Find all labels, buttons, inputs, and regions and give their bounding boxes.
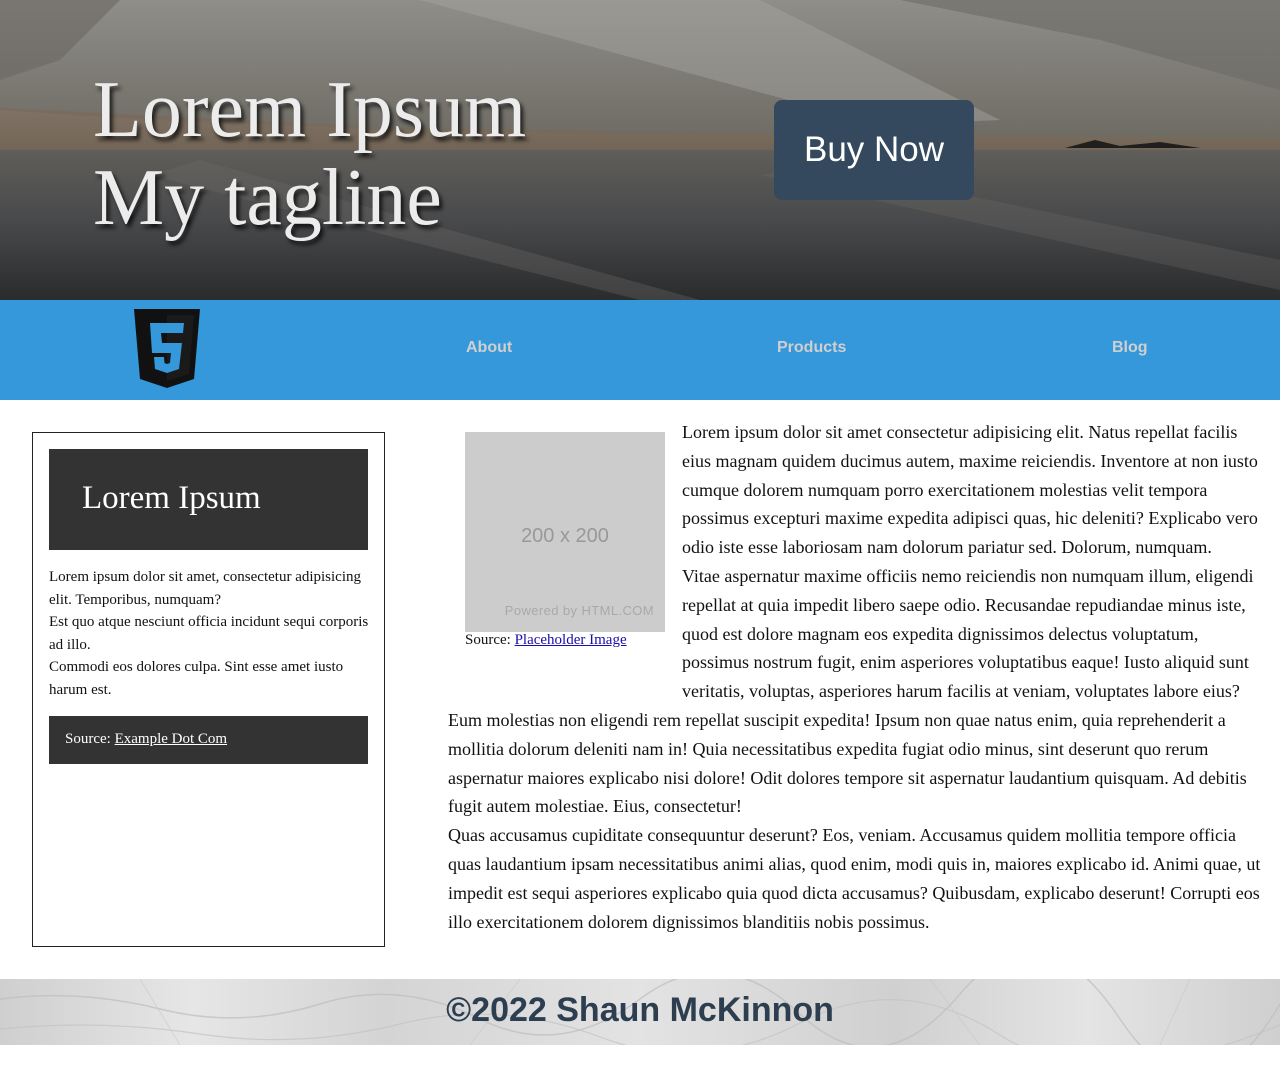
footer-copyright: ©2022 Shaun McKinnon <box>446 991 834 1029</box>
buy-now-button[interactable]: Buy Now <box>774 100 974 200</box>
hero-title: Lorem Ipsum My tagline <box>93 66 526 242</box>
article-paragraph: Eum molestias non eligendi rem repellat … <box>448 709 1247 817</box>
placeholder-dimensions: 200 x 200 <box>521 525 609 547</box>
article: 200 x 200 Powered by HTML.COM Source: Pl… <box>448 418 1264 936</box>
main-nav: About Products Blog <box>0 300 1280 400</box>
nav-link-products[interactable]: Products <box>777 339 846 357</box>
sidebar-paragraph: Lorem ipsum dolor sit amet, consectetur … <box>49 569 362 608</box>
sidebar-source-label: Source: <box>65 731 115 747</box>
html5-logo-icon[interactable] <box>132 309 202 389</box>
sidebar-card-body: Lorem ipsum dolor sit amet, consectetur … <box>49 566 371 701</box>
placeholder-image: 200 x 200 Powered by HTML.COM <box>465 432 665 632</box>
placeholder-credit: Powered by HTML.COM <box>504 603 654 619</box>
nav-link-blog[interactable]: Blog <box>1112 339 1148 357</box>
sidebar-card-header: Lorem Ipsum <box>49 449 368 550</box>
figure-caption-label: Source: <box>465 632 515 648</box>
figure-caption: Source: Placeholder Image <box>465 632 682 649</box>
figure-caption-link[interactable]: Placeholder Image <box>515 632 627 648</box>
footer: ©2022 Shaun McKinnon <box>0 979 1280 1045</box>
hero-tagline: My tagline <box>93 154 442 242</box>
article-paragraph: Quas accusamus cupiditate consequuntur d… <box>448 825 1261 932</box>
sidebar-paragraph: Est quo atque nesciunt officia incidunt … <box>49 614 369 653</box>
main-content: Lorem Ipsum Lorem ipsum dolor sit amet, … <box>0 400 1280 979</box>
sidebar-source-link[interactable]: Example Dot Com <box>115 731 228 747</box>
article-figure: 200 x 200 Powered by HTML.COM Source: Pl… <box>465 432 682 682</box>
hero-title-line-1: Lorem Ipsum <box>93 66 527 154</box>
sidebar-card: Lorem Ipsum Lorem ipsum dolor sit amet, … <box>32 432 385 947</box>
sidebar-paragraph: Commodi eos dolores culpa. Sint esse ame… <box>49 659 344 698</box>
nav-link-about[interactable]: About <box>466 339 512 357</box>
sidebar-source: Source: Example Dot Com <box>49 716 368 764</box>
sidebar-card-title: Lorem Ipsum <box>82 480 261 516</box>
hero-banner: Lorem Ipsum My tagline Buy Now <box>0 0 1280 300</box>
